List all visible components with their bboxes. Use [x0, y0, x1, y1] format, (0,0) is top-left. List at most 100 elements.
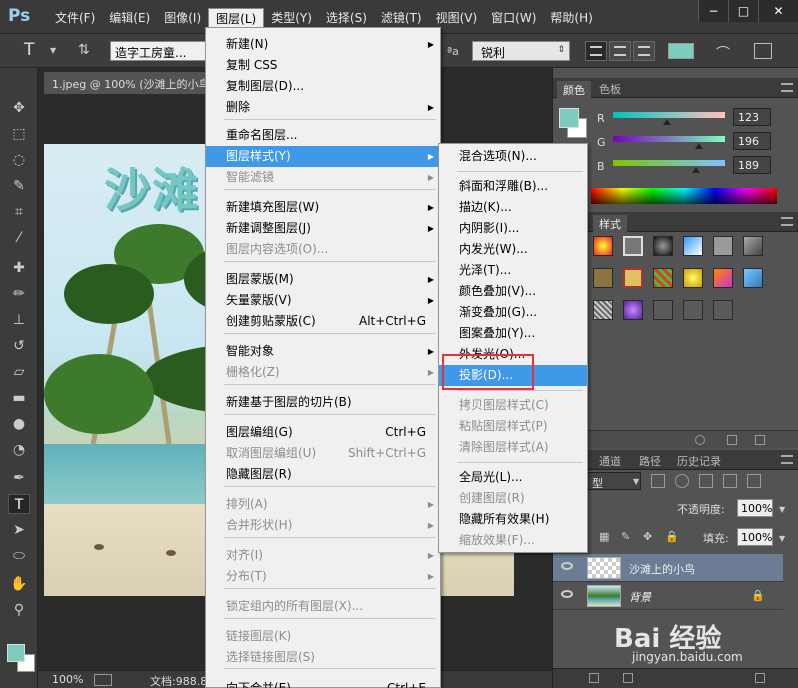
clear-style-icon[interactable] — [695, 435, 705, 445]
lock-all-icon[interactable]: 🔒 — [665, 530, 679, 543]
blur-tool-icon[interactable]: ● — [8, 414, 30, 434]
zoom-tool-icon[interactable]: ⚲ — [8, 600, 30, 620]
document-tab[interactable]: 1.jpeg @ 100% (沙滩上的小鸟... — [44, 72, 224, 94]
align-center-button[interactable] — [609, 41, 631, 61]
layer-menu-item[interactable]: 复制图层(D)... — [206, 76, 440, 97]
ellipse-tool-icon[interactable]: ⬭ — [8, 546, 30, 566]
lock-pixels-icon[interactable]: ▦ — [599, 530, 609, 543]
pixel-filter-icon[interactable] — [651, 474, 665, 488]
minimize-button[interactable]: − — [698, 0, 728, 22]
brush-tool-icon[interactable]: ✏ — [8, 284, 30, 304]
layer-menu-item[interactable]: 图层蒙版(M) ▶ — [206, 269, 440, 290]
align-right-button[interactable] — [633, 41, 655, 61]
style-swatch[interactable] — [623, 300, 643, 320]
layer-menu-item[interactable]: 智能对象 ▶ — [206, 341, 440, 362]
style-swatch[interactable] — [653, 268, 673, 288]
panel-menu-icon[interactable] — [781, 455, 793, 464]
type-tool-icon[interactable]: T — [8, 494, 30, 514]
status-preview-icon[interactable] — [94, 674, 112, 686]
panel-menu-icon[interactable] — [781, 217, 793, 226]
style-swatch[interactable] — [623, 236, 643, 256]
style-menu-item[interactable]: 渐变叠加(G)... — [439, 302, 587, 323]
style-menu-item[interactable]: 全局光(L)... — [439, 467, 587, 488]
layer-menu-item[interactable]: 创建剪贴蒙版(C) Alt+Ctrl+G — [206, 311, 440, 332]
tab-history[interactable]: 历史记录 — [671, 453, 727, 469]
menu-image[interactable]: 图像(I) — [157, 8, 208, 29]
new-style-icon[interactable] — [727, 435, 737, 445]
type-filter-icon[interactable] — [699, 474, 713, 488]
channel-b-slider[interactable] — [613, 160, 725, 166]
style-swatch[interactable] — [683, 236, 703, 256]
style-swatch[interactable] — [593, 300, 613, 320]
style-menu-item[interactable]: 光泽(T)... — [439, 260, 587, 281]
style-menu-item[interactable]: 颜色叠加(V)... — [439, 281, 587, 302]
menu-view[interactable]: 视图(V) — [429, 8, 485, 29]
font-family-field[interactable]: 造字工房童... — [110, 41, 206, 61]
menu-help[interactable]: 帮助(H) — [543, 8, 599, 29]
panel-menu-icon[interactable] — [781, 83, 793, 92]
menu-layer[interactable]: 图层(L) — [208, 8, 265, 29]
layer-menu-item[interactable]: 新建(N) ▶ — [206, 34, 440, 55]
zoom-level[interactable]: 100% — [52, 673, 83, 686]
fx-icon[interactable] — [623, 673, 633, 683]
layer-menu-item[interactable]: 新建调整图层(J) ▶ — [206, 218, 440, 239]
menu-edit[interactable]: 编辑(E) — [102, 8, 157, 29]
layer-menu-item[interactable]: 图层样式(Y) ▶ — [206, 146, 440, 167]
tab-styles[interactable]: 样式 — [593, 215, 627, 232]
style-swatch[interactable] — [743, 268, 763, 288]
style-menu-item[interactable]: 内发光(W)... — [439, 239, 587, 260]
antialias-select[interactable]: 锐利 ⇕ — [472, 41, 570, 61]
style-swatch[interactable] — [653, 300, 673, 320]
marquee-tool-icon[interactable]: ⬚ — [8, 124, 30, 144]
layer-menu-item[interactable]: 复制 CSS — [206, 55, 440, 76]
menu-window[interactable]: 窗口(W) — [484, 8, 543, 29]
restore-button[interactable]: □ — [728, 0, 758, 22]
opacity-input[interactable]: 100% — [737, 499, 773, 517]
eyedropper-tool-icon[interactable]: ⁄ — [8, 228, 30, 248]
layer-menu-item[interactable]: 隐藏图层(R) — [206, 464, 440, 485]
layer-row[interactable]: 沙滩上的小鸟 — [553, 554, 783, 582]
style-swatch[interactable] — [683, 268, 703, 288]
move-tool-icon[interactable]: ✥ — [8, 98, 30, 118]
type-tool-preset-icon[interactable]: T — [24, 40, 34, 60]
layer-menu-item[interactable]: 图层编组(G) Ctrl+G — [206, 422, 440, 443]
layer-menu-item[interactable]: 删除 ▶ — [206, 97, 440, 118]
style-menu-item[interactable]: 隐藏所有效果(H) — [439, 509, 587, 530]
chevron-down-icon[interactable]: ▼ — [779, 505, 785, 514]
channel-r-value[interactable]: 123 — [733, 108, 771, 126]
crop-tool-icon[interactable]: ⌗ — [8, 202, 30, 222]
hand-tool-icon[interactable]: ✋ — [8, 574, 30, 594]
adjust-filter-icon[interactable] — [675, 474, 689, 488]
link-icon[interactable] — [589, 673, 599, 683]
menu-type[interactable]: 类型(Y) — [264, 8, 319, 29]
channel-g-value[interactable]: 196 — [733, 132, 771, 150]
fill-input[interactable]: 100% — [737, 528, 773, 546]
tab-swatches[interactable]: 色板 — [593, 81, 627, 97]
tab-channels[interactable]: 通道 — [593, 453, 627, 469]
path-select-icon[interactable]: ➤ — [8, 520, 30, 540]
menu-select[interactable]: 选择(S) — [319, 8, 374, 29]
layer-menu-item[interactable]: 矢量蒙版(V) ▶ — [206, 290, 440, 311]
style-menu-item[interactable]: 描边(K)... — [439, 197, 587, 218]
layer-menu-item[interactable]: 新建填充图层(W) ▶ — [206, 197, 440, 218]
tab-color[interactable]: 颜色 — [557, 81, 591, 98]
chevron-down-icon[interactable]: ▼ — [779, 534, 785, 543]
channel-r-slider[interactable] — [613, 112, 725, 118]
foreground-color-swatch[interactable] — [7, 644, 25, 662]
close-button[interactable]: ✕ — [758, 0, 798, 22]
channel-b-value[interactable]: 189 — [733, 156, 771, 174]
style-swatch[interactable] — [623, 268, 643, 288]
slider-thumb-icon[interactable] — [695, 143, 704, 149]
layer-menu-item[interactable]: 向下合并(E) Ctrl+E — [206, 678, 440, 688]
style-menu-item[interactable]: 斜面和浮雕(B)... — [439, 176, 587, 197]
menu-filter[interactable]: 滤镜(T) — [374, 8, 429, 29]
history-brush-icon[interactable]: ↺ — [8, 336, 30, 356]
style-swatch[interactable] — [653, 236, 673, 256]
text-orientation-icon[interactable]: ⇅ — [78, 42, 90, 58]
eraser-tool-icon[interactable]: ▱ — [8, 362, 30, 382]
style-swatch[interactable] — [683, 300, 703, 320]
eye-icon[interactable] — [561, 590, 573, 598]
slider-thumb-icon[interactable] — [691, 167, 700, 173]
style-swatch[interactable] — [713, 236, 733, 256]
chevron-down-icon[interactable]: ▼ — [50, 46, 56, 55]
